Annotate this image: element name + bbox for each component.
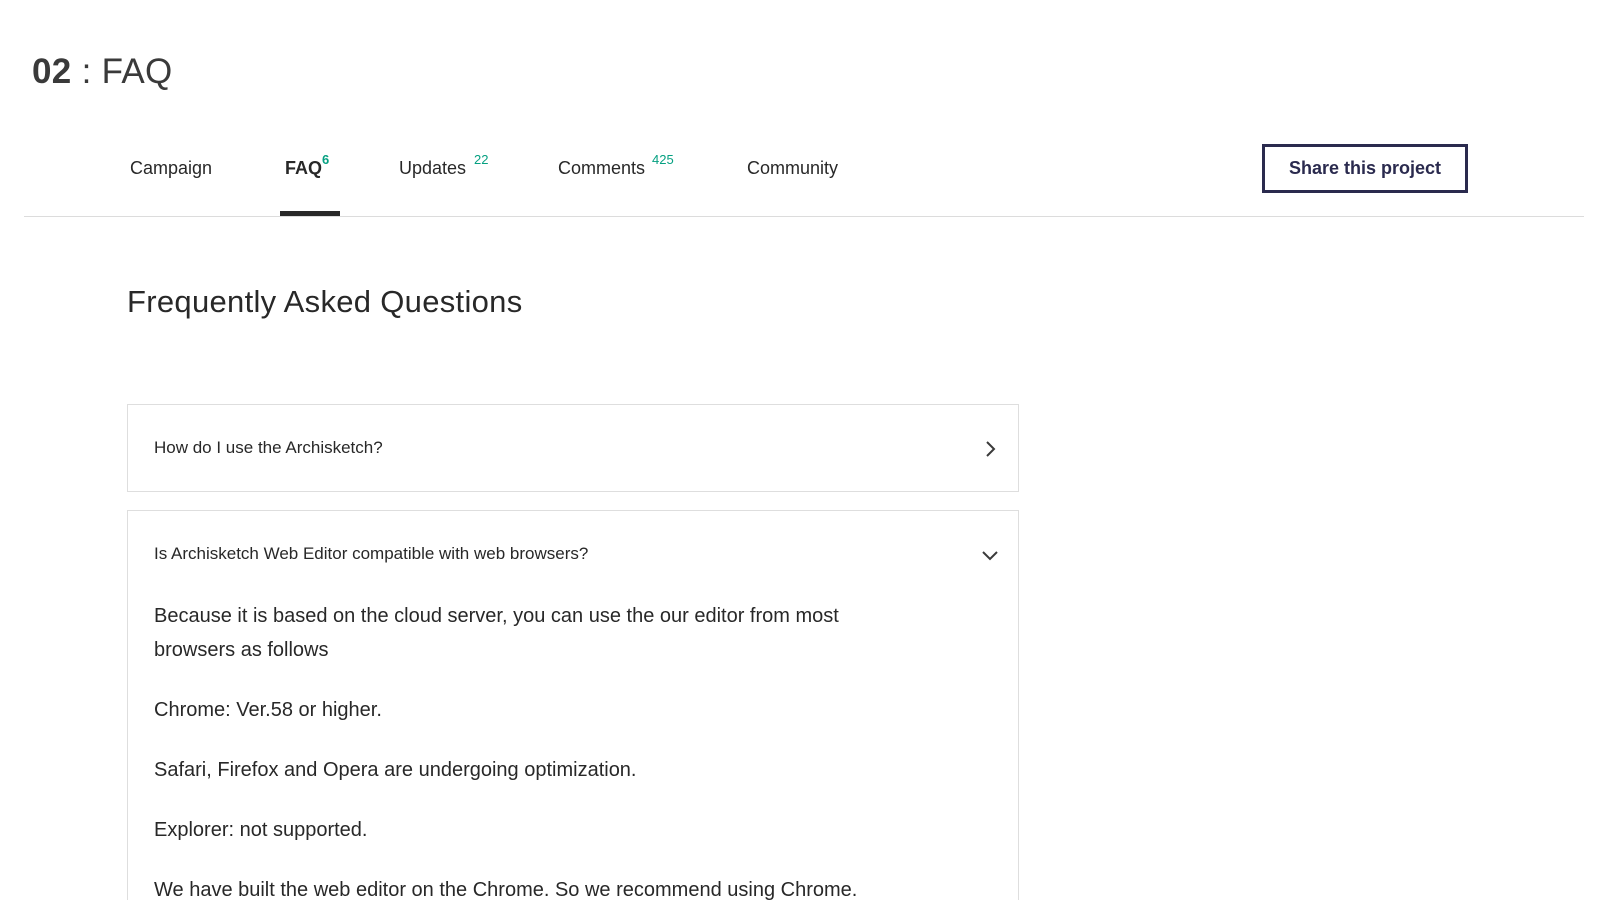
- tab-label: Community: [747, 158, 839, 178]
- faq-item[interactable]: Is Archisketch Web Editor compatible wit…: [127, 510, 1019, 900]
- faq-answer-paragraph: Safari, Firefox and Opera are undergoing…: [154, 759, 637, 781]
- tab-label: Campaign: [130, 158, 213, 178]
- tab-label: Comments: [558, 158, 646, 178]
- chevron-right-icon[interactable]: [980, 439, 1000, 459]
- tab-count-badge: 425: [652, 152, 674, 167]
- faq-heading: Frequently Asked Questions: [127, 284, 523, 319]
- faq-answer: Because it is based on the cloud server,…: [154, 599, 914, 900]
- faq-item[interactable]: How do I use the Archisketch?: [127, 404, 1019, 492]
- faq-answer-paragraph: Chrome: Ver.58 or higher.: [154, 699, 382, 721]
- share-project-button[interactable]: Share this project: [1262, 144, 1468, 193]
- faq-question[interactable]: Is Archisketch Web Editor compatible wit…: [154, 544, 588, 564]
- faq-question[interactable]: How do I use the Archisketch?: [154, 438, 383, 458]
- tab-count-badge: 22: [474, 152, 489, 167]
- section-number: 02: [32, 52, 72, 91]
- faq-answer-paragraph: Because it is based on the cloud server,…: [154, 605, 839, 661]
- tab-count-badge: 6: [322, 152, 330, 167]
- section-title: 02 : FAQ: [32, 48, 173, 96]
- section-separator: :: [81, 52, 92, 91]
- faq-page: 02 : FAQ Campaign FAQ 6 Updates 22 Comme…: [0, 0, 1600, 900]
- section-name: FAQ: [101, 52, 173, 91]
- tab-label: FAQ: [285, 158, 323, 178]
- active-tab-indicator: [280, 211, 340, 216]
- tab-label: Updates: [399, 158, 467, 178]
- chevron-down-icon[interactable]: [980, 545, 1000, 565]
- tab-bar: Campaign FAQ 6 Updates 22 Comments 425 C…: [24, 140, 1584, 217]
- faq-answer-paragraph: We have built the web editor on the Chro…: [154, 879, 858, 900]
- faq-answer-paragraph: Explorer: not supported.: [154, 819, 368, 841]
